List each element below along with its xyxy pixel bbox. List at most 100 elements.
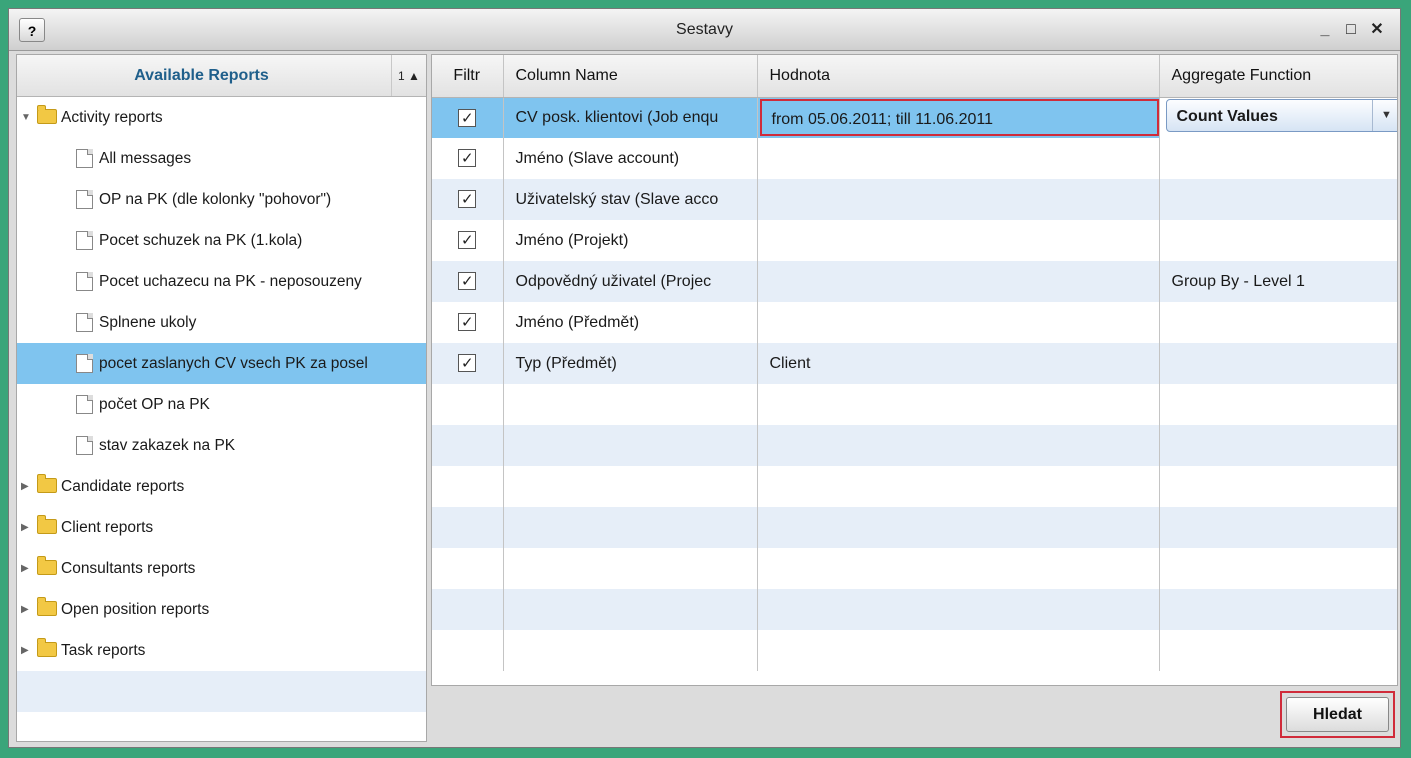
aggregate-cell[interactable] <box>1159 302 1397 343</box>
window-title: Sestavy <box>676 21 733 38</box>
column-header-aggregate-function[interactable]: Aggregate Function <box>1159 55 1397 98</box>
tree-folder-client-reports[interactable]: ▶ Client reports <box>17 507 426 548</box>
tree-label: Task reports <box>61 642 146 659</box>
aggregate-function-select[interactable]: Count Values ▼ <box>1165 98 1398 132</box>
table-row[interactable]: ✓ Jméno (Předmět) <box>432 302 1397 343</box>
collapsed-arrow-icon[interactable]: ▶ <box>21 466 33 507</box>
document-icon <box>76 272 93 291</box>
tree-item-report-selected[interactable]: pocet zaslanych CV vsech PK za posel <box>17 343 426 384</box>
filter-cell: ✓ <box>432 261 504 302</box>
table-row[interactable]: ✓ Uživatelský stav (Slave acco <box>432 179 1397 220</box>
available-reports-title: Available Reports <box>134 67 269 84</box>
document-icon <box>76 354 93 373</box>
aggregate-cell[interactable] <box>1159 343 1397 384</box>
column-name-cell[interactable]: Typ (Předmět) <box>503 343 758 384</box>
value-cell[interactable]: Client <box>757 343 1160 384</box>
folder-icon <box>37 105 57 124</box>
maximize-icon[interactable]: □ <box>1340 20 1362 40</box>
collapsed-arrow-icon[interactable]: ▶ <box>21 548 33 589</box>
close-icon[interactable]: ✕ <box>1366 20 1388 40</box>
column-header-column-name[interactable]: Column Name <box>503 55 758 98</box>
tree-label: Pocet uchazecu na PK - neposouzeny <box>99 273 362 290</box>
available-reports-header[interactable]: Available Reports 1 ▲ <box>17 55 426 97</box>
filter-checkbox[interactable]: ✓ <box>458 108 477 127</box>
column-name-cell[interactable]: Jméno (Projekt) <box>503 220 758 261</box>
sort-indicator[interactable]: 1 ▲ <box>391 55 426 96</box>
tree-item-report[interactable]: Pocet uchazecu na PK - neposouzeny <box>17 261 426 302</box>
empty-row <box>432 425 1397 466</box>
table-row-selected[interactable]: ✓ CV posk. klientovi (Job enqu from 05.0… <box>432 97 1398 138</box>
filter-checkbox[interactable]: ✓ <box>458 313 477 332</box>
chevron-down-icon[interactable]: ▼ <box>1371 99 1398 131</box>
column-header-hodnota[interactable]: Hodnota <box>757 55 1160 98</box>
table-row[interactable]: ✓ Typ (Předmět) Client <box>432 343 1397 384</box>
column-header-filtr[interactable]: Filtr <box>432 55 504 98</box>
tree-folder-task-reports[interactable]: ▶ Task reports <box>17 630 426 671</box>
column-name-cell[interactable]: Jméno (Předmět) <box>503 302 758 343</box>
tree-item-report[interactable]: OP na PK (dle kolonky "pohovor") <box>17 179 426 220</box>
column-name-cell[interactable]: Jméno (Slave account) <box>503 138 758 179</box>
filter-checkbox[interactable]: ✓ <box>458 354 477 373</box>
filter-checkbox[interactable]: ✓ <box>458 190 477 209</box>
expanded-arrow-icon[interactable]: ▼ <box>21 97 33 138</box>
tree-folder-activity-reports[interactable]: ▼ Activity reports <box>17 97 426 138</box>
tree-label: All messages <box>99 150 192 167</box>
filter-cell: ✓ <box>432 138 504 179</box>
aggregate-selected-value: Count Values <box>1176 107 1278 125</box>
filter-checkbox[interactable]: ✓ <box>458 231 477 250</box>
tree-item-report[interactable]: Pocet schuzek na PK (1.kola) <box>17 220 426 261</box>
aggregate-cell: Count Values ▼ <box>1159 97 1398 138</box>
value-editor[interactable]: from 05.06.2011; till 11.06.2011 <box>759 99 1158 137</box>
tree-label: Candidate reports <box>61 478 185 495</box>
tree-folder-open-position-reports[interactable]: ▶ Open position reports <box>17 589 426 630</box>
column-name-cell[interactable]: Uživatelský stav (Slave acco <box>503 179 758 220</box>
collapsed-arrow-icon[interactable]: ▶ <box>21 589 33 630</box>
tree-item-report[interactable]: Splnene ukoly <box>17 302 426 343</box>
tree-folder-consultants-reports[interactable]: ▶ Consultants reports <box>17 548 426 589</box>
value-cell[interactable] <box>757 302 1160 343</box>
tree-item-report[interactable]: počet OP na PK <box>17 384 426 425</box>
aggregate-cell[interactable] <box>1159 220 1397 261</box>
column-name-cell[interactable]: CV posk. klientovi (Job enqu <box>503 97 758 138</box>
empty-row <box>432 630 1397 671</box>
tree-label: Pocet schuzek na PK (1.kola) <box>99 232 303 249</box>
aggregate-cell[interactable]: Group By - Level 1 <box>1159 261 1397 302</box>
tree-item-report[interactable]: All messages <box>17 138 426 179</box>
report-columns-grid: Filtr Column Name Hodnota Aggregate Func… <box>431 54 1398 686</box>
value-cell[interactable] <box>757 138 1160 179</box>
aggregate-cell[interactable] <box>1159 138 1397 179</box>
empty-row <box>432 466 1397 507</box>
tree-label: stav zakazek na PK <box>99 437 236 454</box>
value-cell[interactable] <box>757 261 1160 302</box>
title-bar[interactable]: ? Sestavy _ □ ✕ <box>9 9 1400 51</box>
document-icon <box>76 395 93 414</box>
tree-item-report[interactable]: stav zakazek na PK <box>17 425 426 466</box>
minimize-icon[interactable]: _ <box>1314 20 1336 40</box>
empty-row <box>432 384 1397 425</box>
value-cell[interactable]: from 05.06.2011; till 11.06.2011 <box>757 97 1160 138</box>
filter-cell: ✓ <box>432 302 504 343</box>
collapsed-arrow-icon[interactable]: ▶ <box>21 507 33 548</box>
table-row[interactable]: ✓ Jméno (Slave account) <box>432 138 1397 179</box>
reports-window: ? Sestavy _ □ ✕ Available Reports 1 ▲ ▼ … <box>8 8 1401 748</box>
tree-folder-candidate-reports[interactable]: ▶ Candidate reports <box>17 466 426 507</box>
tree-label: Client reports <box>61 519 154 536</box>
collapsed-arrow-icon[interactable]: ▶ <box>21 630 33 671</box>
table-row[interactable]: ✓ Odpovědný uživatel (Projec Group By - … <box>432 261 1397 302</box>
empty-row <box>432 507 1397 548</box>
column-name-cell[interactable]: Odpovědný uživatel (Projec <box>503 261 758 302</box>
table-row[interactable]: ✓ Jméno (Projekt) <box>432 220 1397 261</box>
tree-label: pocet zaslanych CV vsech PK za posel <box>99 355 368 372</box>
document-icon <box>76 313 93 332</box>
tree-label: Activity reports <box>61 109 163 126</box>
search-button[interactable]: Hledat <box>1286 697 1389 732</box>
value-cell[interactable] <box>757 220 1160 261</box>
filter-checkbox[interactable]: ✓ <box>458 149 477 168</box>
empty-row <box>432 548 1397 589</box>
filter-cell: ✓ <box>432 97 504 138</box>
folder-icon <box>37 597 57 616</box>
value-cell[interactable] <box>757 179 1160 220</box>
document-icon <box>76 149 93 168</box>
filter-checkbox[interactable]: ✓ <box>458 272 477 291</box>
aggregate-cell[interactable] <box>1159 179 1397 220</box>
